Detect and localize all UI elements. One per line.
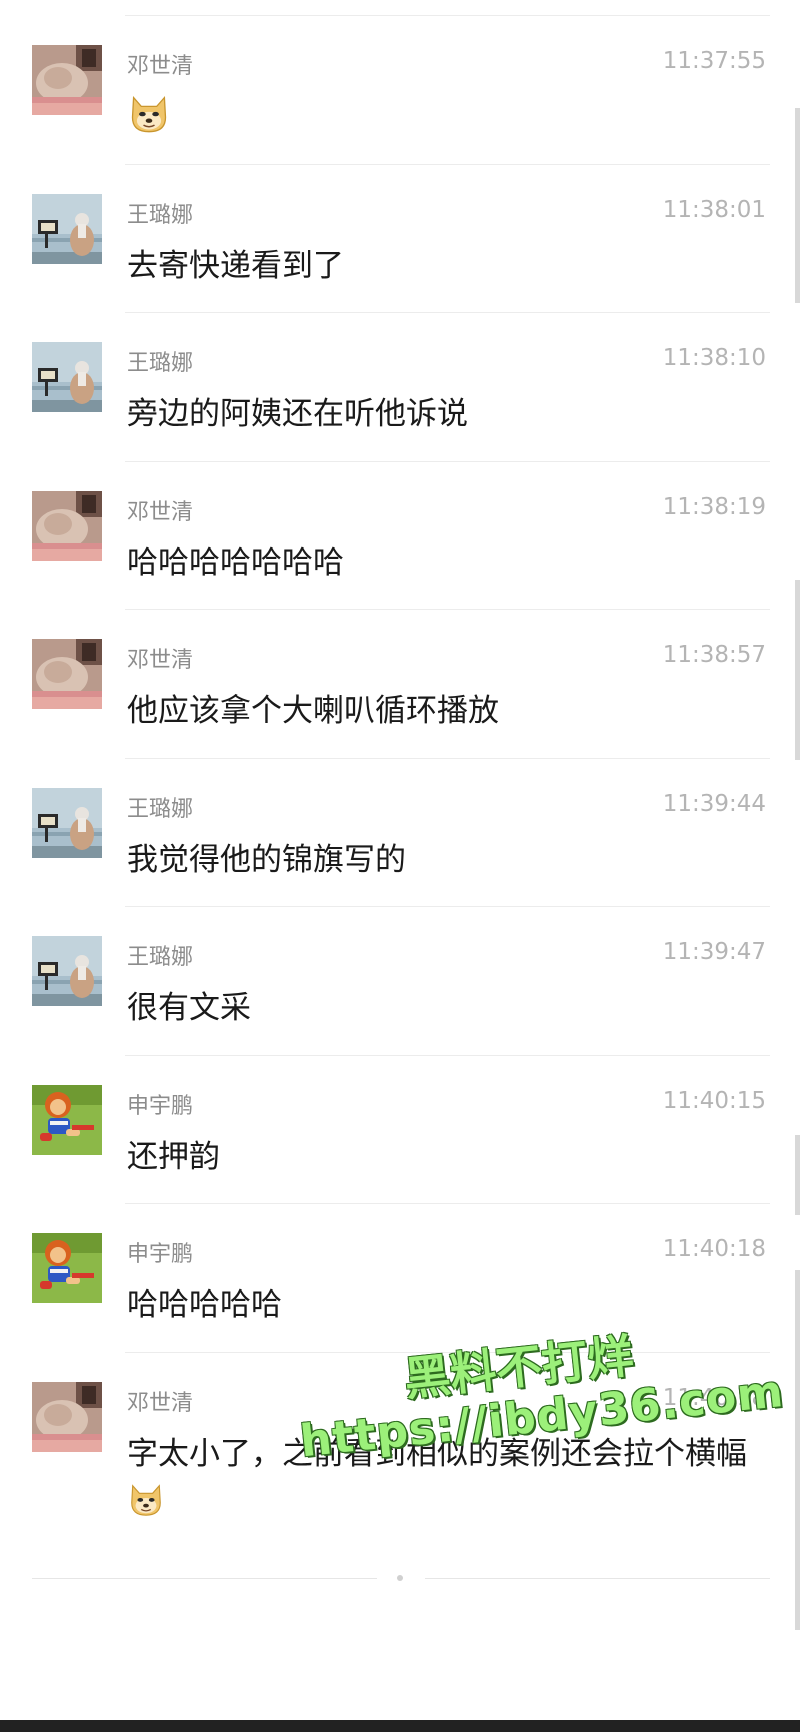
message-text-block: 还押韵 xyxy=(127,1131,757,1183)
message-divider xyxy=(125,906,770,907)
message-time: 11:40:15 xyxy=(662,1087,766,1114)
cat-avatar[interactable] xyxy=(32,45,102,115)
message-time: 11:39:44 xyxy=(662,790,766,817)
doge-emoji-icon xyxy=(127,91,171,151)
message-divider xyxy=(125,1351,770,1353)
message-text-block: 很有文采 xyxy=(127,982,757,1034)
sender-name: 邓世清 xyxy=(127,54,194,79)
message-divider xyxy=(125,312,770,313)
seaside-avatar[interactable] xyxy=(32,788,102,858)
message-time: 11:38:10 xyxy=(662,345,766,371)
top-divider xyxy=(125,15,770,16)
sender-name: 王璐娜 xyxy=(127,945,194,970)
watermark-line1: 黑料不打烊 xyxy=(401,1328,637,1407)
message-divider xyxy=(125,1203,770,1204)
cat-avatar[interactable] xyxy=(32,491,102,561)
message-divider xyxy=(125,460,770,462)
message-time: 11:39:47 xyxy=(662,939,766,965)
seaside-avatar[interactable] xyxy=(32,936,102,1006)
seaside-avatar[interactable] xyxy=(32,342,102,412)
message-text: 去寄快递看到了 xyxy=(127,247,344,284)
message-text: 字太小了，之前看到相似的案例还会拉个横幅 xyxy=(127,1435,747,1472)
page-indicator-dot xyxy=(397,1575,403,1581)
scrollbar-segment xyxy=(795,1270,800,1630)
message-text: 还押韵 xyxy=(127,1138,220,1175)
message-text: 他应该拿个大喇叭循环播放 xyxy=(127,693,499,729)
message-time: 11:40:18 xyxy=(662,1384,766,1411)
message-text-block: 哈哈哈哈哈哈哈 xyxy=(127,537,757,589)
sender-name: 王璐娜 xyxy=(127,351,194,376)
message-text-block: 字太小了，之前看到相似的案例还会拉个横幅 xyxy=(127,1428,757,1535)
scrollbar[interactable] xyxy=(795,108,800,303)
bottom-divider-left xyxy=(32,1578,377,1579)
cartoon-avatar[interactable] xyxy=(32,1233,102,1303)
message-time: 11:37:55 xyxy=(662,48,766,74)
message-text: 我觉得他的锦旗写的 xyxy=(127,841,406,878)
cartoon-avatar[interactable] xyxy=(32,1085,102,1155)
sender-name: 申宇鹏 xyxy=(127,1093,194,1119)
message-text: 哈哈哈哈哈哈哈 xyxy=(127,544,344,581)
sender-name: 申宇鹏 xyxy=(127,1242,194,1267)
scrollbar-segment xyxy=(795,1135,800,1215)
cat-avatar[interactable] xyxy=(32,1382,102,1452)
bottom-divider-right xyxy=(425,1578,770,1579)
scrollbar-segment xyxy=(795,580,800,760)
message-text-block: 我觉得他的锦旗写的 xyxy=(127,834,757,886)
message-divider xyxy=(125,1054,770,1056)
message-divider xyxy=(125,163,770,165)
message-divider xyxy=(125,609,770,610)
message-time: 11:40:18 xyxy=(662,1236,766,1262)
sender-name: 邓世清 xyxy=(127,1390,194,1416)
sender-name: 邓世清 xyxy=(127,499,194,525)
message-text-block: 哈哈哈哈哈 xyxy=(127,1279,757,1331)
seaside-avatar[interactable] xyxy=(32,194,102,264)
message-divider xyxy=(125,757,770,759)
message-time: 11:38:57 xyxy=(662,642,766,668)
message-time: 11:38:19 xyxy=(662,493,766,520)
message-text-block: 他应该拿个大喇叭循环播放 xyxy=(127,685,757,737)
doge-emoji-icon xyxy=(127,1480,165,1534)
sender-name: 邓世清 xyxy=(127,648,194,673)
message-text: 很有文采 xyxy=(127,990,251,1026)
sender-name: 王璐娜 xyxy=(127,796,194,822)
message-text-block: 去寄快递看到了 xyxy=(127,240,757,292)
home-indicator-bar xyxy=(0,1720,800,1732)
message-time: 11:38:01 xyxy=(662,196,766,223)
message-text-block: 旁边的阿姨还在听他诉说 xyxy=(127,388,757,440)
message-text: 旁边的阿姨还在听他诉说 xyxy=(127,396,468,432)
message-text: 哈哈哈哈哈 xyxy=(127,1287,282,1323)
sender-name: 王璐娜 xyxy=(127,202,194,228)
cat-avatar[interactable] xyxy=(32,639,102,709)
message-text-block xyxy=(127,91,757,151)
